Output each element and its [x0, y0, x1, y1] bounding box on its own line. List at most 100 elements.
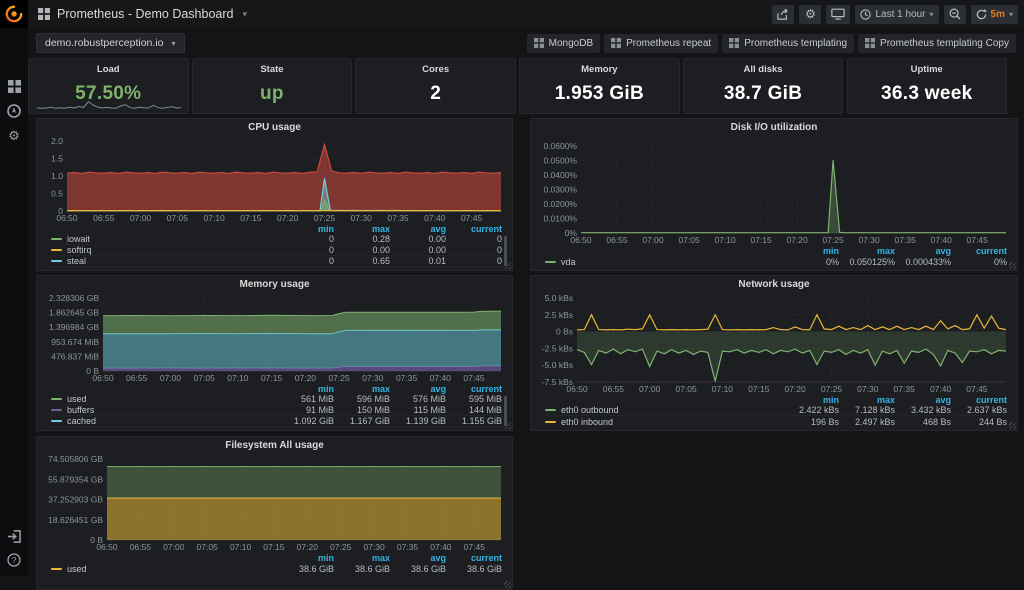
explore-compass-icon[interactable]	[6, 103, 22, 119]
legend-col-max[interactable]: max	[334, 224, 390, 234]
chevron-down-icon: ▾	[930, 10, 934, 19]
svg-text:07:35: 07:35	[894, 384, 916, 394]
svg-text:07:20: 07:20	[786, 235, 808, 245]
dashboards-icon[interactable]	[6, 78, 22, 94]
svg-text:0.0100%: 0.0100%	[543, 214, 577, 224]
legend-value: 115 MiB	[390, 405, 446, 415]
legend-col-max[interactable]: max	[839, 246, 895, 256]
legend-value: 0%	[783, 257, 839, 267]
svg-text:07:05: 07:05	[678, 235, 700, 245]
stat-panel-all-disks[interactable]: All disks38.7 GiB	[683, 58, 844, 114]
stat-panel-cores[interactable]: Cores2	[355, 58, 516, 114]
cycle-view-mode-button[interactable]	[826, 5, 850, 24]
legend-series-name[interactable]: eth0 outbound	[561, 405, 619, 415]
panel-title[interactable]: CPU usage	[41, 119, 508, 136]
legend-col-current[interactable]: current	[446, 224, 502, 234]
stat-panel-uptime[interactable]: Uptime36.3 week	[847, 58, 1008, 114]
svg-text:07:30: 07:30	[363, 542, 385, 552]
dashboard-title-dropdown[interactable]: Prometheus - Demo Dashboard ▾	[38, 7, 247, 21]
svg-text:07:40: 07:40	[430, 542, 452, 552]
legend-row-eth0-outbound: eth0 outbound2.422 kBs7.128 kBs3.432 kBs…	[545, 405, 1007, 416]
panel-title[interactable]: Memory usage	[41, 276, 508, 293]
zoom-out-button[interactable]	[944, 5, 966, 24]
legend-value: 7.128 kBs	[839, 405, 895, 415]
grafana-logo[interactable]	[0, 0, 28, 28]
legend-col-avg[interactable]: avg	[390, 553, 446, 563]
legend-value: 0%	[951, 257, 1007, 267]
series-color-dash[interactable]	[51, 238, 62, 240]
legend-series-name[interactable]: steal	[67, 256, 86, 266]
dashboard-grid-icon	[38, 8, 50, 20]
legend-col-avg[interactable]: avg	[390, 384, 446, 394]
legend-value: 0.65	[334, 256, 390, 266]
svg-text:06:50: 06:50	[56, 213, 78, 223]
legend-series-name[interactable]: softirq	[67, 245, 92, 255]
legend-series-name[interactable]: cached	[67, 416, 96, 426]
svg-text:07:25: 07:25	[314, 213, 336, 223]
svg-text:-5.0 kBs: -5.0 kBs	[542, 360, 573, 370]
legend-col-current[interactable]: current	[951, 246, 1007, 256]
svg-text:07:05: 07:05	[197, 542, 219, 552]
clock-icon	[860, 9, 871, 20]
legend-series-name[interactable]: buffers	[67, 405, 94, 415]
legend-series-name[interactable]: vda	[561, 257, 576, 267]
series-color-dash[interactable]	[51, 249, 62, 251]
legend-col-min[interactable]: min	[783, 395, 839, 405]
stat-panel-load[interactable]: Load57.50%	[28, 58, 189, 114]
legend-value: 0	[278, 245, 334, 255]
legend-col-avg[interactable]: avg	[895, 395, 951, 405]
panel-title[interactable]: Disk I/O utilization	[535, 119, 1013, 136]
legend-col-avg[interactable]: avg	[895, 246, 951, 256]
stat-panel-state[interactable]: Stateup	[192, 58, 353, 114]
legend-series-name[interactable]: used	[67, 564, 87, 574]
stat-panel-memory[interactable]: Memory1.953 GiB	[519, 58, 680, 114]
sign-in-icon[interactable]	[6, 528, 22, 544]
panel-title[interactable]: Filesystem All usage	[41, 437, 508, 454]
legend-col-max[interactable]: max	[334, 553, 390, 563]
legend-col-min[interactable]: min	[278, 384, 334, 394]
legend-col-current[interactable]: current	[951, 395, 1007, 405]
refresh-button[interactable]: 5m ▾	[971, 5, 1018, 24]
legend-series-name[interactable]: used	[67, 394, 87, 404]
series-color-dash[interactable]	[51, 260, 62, 262]
share-button[interactable]	[772, 5, 794, 24]
legend-col-current[interactable]: current	[446, 553, 502, 563]
legend-scrollbar[interactable]	[504, 396, 507, 426]
help-icon[interactable]: ?	[6, 552, 22, 568]
legend-scrollbar[interactable]	[504, 236, 507, 266]
legend-col-min[interactable]: min	[278, 553, 334, 563]
refresh-icon	[976, 9, 987, 20]
legend-col-avg[interactable]: avg	[390, 224, 446, 234]
legend-col-min[interactable]: min	[783, 246, 839, 256]
svg-text:06:50: 06:50	[566, 384, 588, 394]
series-color-dash[interactable]	[51, 409, 62, 411]
series-color-dash[interactable]	[51, 568, 62, 570]
legend-value: 0.28	[334, 234, 390, 244]
svg-text:07:15: 07:15	[240, 213, 262, 223]
settings-button[interactable]: ⚙	[799, 5, 821, 24]
series-color-dash[interactable]	[51, 398, 62, 400]
svg-text:07:35: 07:35	[895, 235, 917, 245]
svg-text:06:50: 06:50	[96, 542, 118, 552]
time-picker-button[interactable]: Last 1 hour ▾	[855, 5, 938, 24]
legend-value: 0.01	[390, 256, 446, 266]
legend-col-current[interactable]: current	[446, 384, 502, 394]
series-color-dash[interactable]	[545, 409, 556, 411]
configuration-gear-icon[interactable]: ⚙	[6, 128, 22, 144]
stat-value: 38.7 GiB	[724, 75, 802, 113]
stat-sparkline	[37, 96, 180, 111]
legend-col-min[interactable]: min	[278, 224, 334, 234]
series-color-dash[interactable]	[545, 261, 556, 263]
svg-text:0.0400%: 0.0400%	[543, 170, 577, 180]
stat-title: Cores	[422, 64, 449, 75]
legend-series-name[interactable]: iowait	[67, 234, 90, 244]
legend-col-max[interactable]: max	[334, 384, 390, 394]
series-color-dash[interactable]	[51, 420, 62, 422]
legend-col-max[interactable]: max	[839, 395, 895, 405]
legend-value: 244 Bs	[951, 417, 1007, 427]
panel-title[interactable]: Network usage	[535, 276, 1013, 293]
legend-series-name[interactable]: eth0 inbound	[561, 417, 613, 427]
series-color-dash[interactable]	[545, 421, 556, 423]
svg-text:2.328306 GB: 2.328306 GB	[49, 293, 99, 303]
svg-text:07:20: 07:20	[297, 542, 319, 552]
